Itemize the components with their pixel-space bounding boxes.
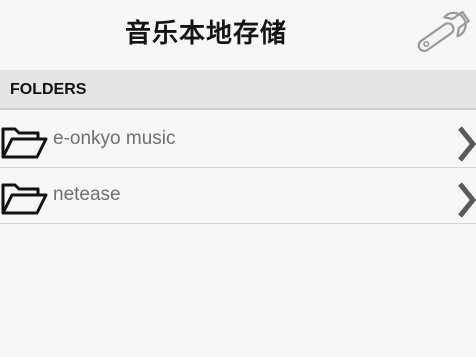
folder-row-netease[interactable]: netease <box>0 168 476 224</box>
folder-icon <box>1 183 48 215</box>
page-title: 音乐本地存储 <box>124 19 287 49</box>
folder-label: e-onkyo music <box>53 128 176 149</box>
settings-button[interactable] <box>412 6 476 56</box>
folder-row-e-onkyo-music[interactable]: e-onkyo music <box>0 112 476 168</box>
wrench-icon <box>417 10 470 53</box>
chevron-right-icon <box>458 126 476 162</box>
section-label: FOLDERS <box>10 81 87 98</box>
folders-section-header: FOLDERS <box>0 70 476 110</box>
folder-label: netease <box>53 184 121 205</box>
folder-list: e-onkyo music netease <box>0 112 476 224</box>
folder-icon <box>1 127 48 159</box>
chevron-right-icon <box>458 182 476 218</box>
app-header: 音乐本地存储 <box>0 0 476 70</box>
